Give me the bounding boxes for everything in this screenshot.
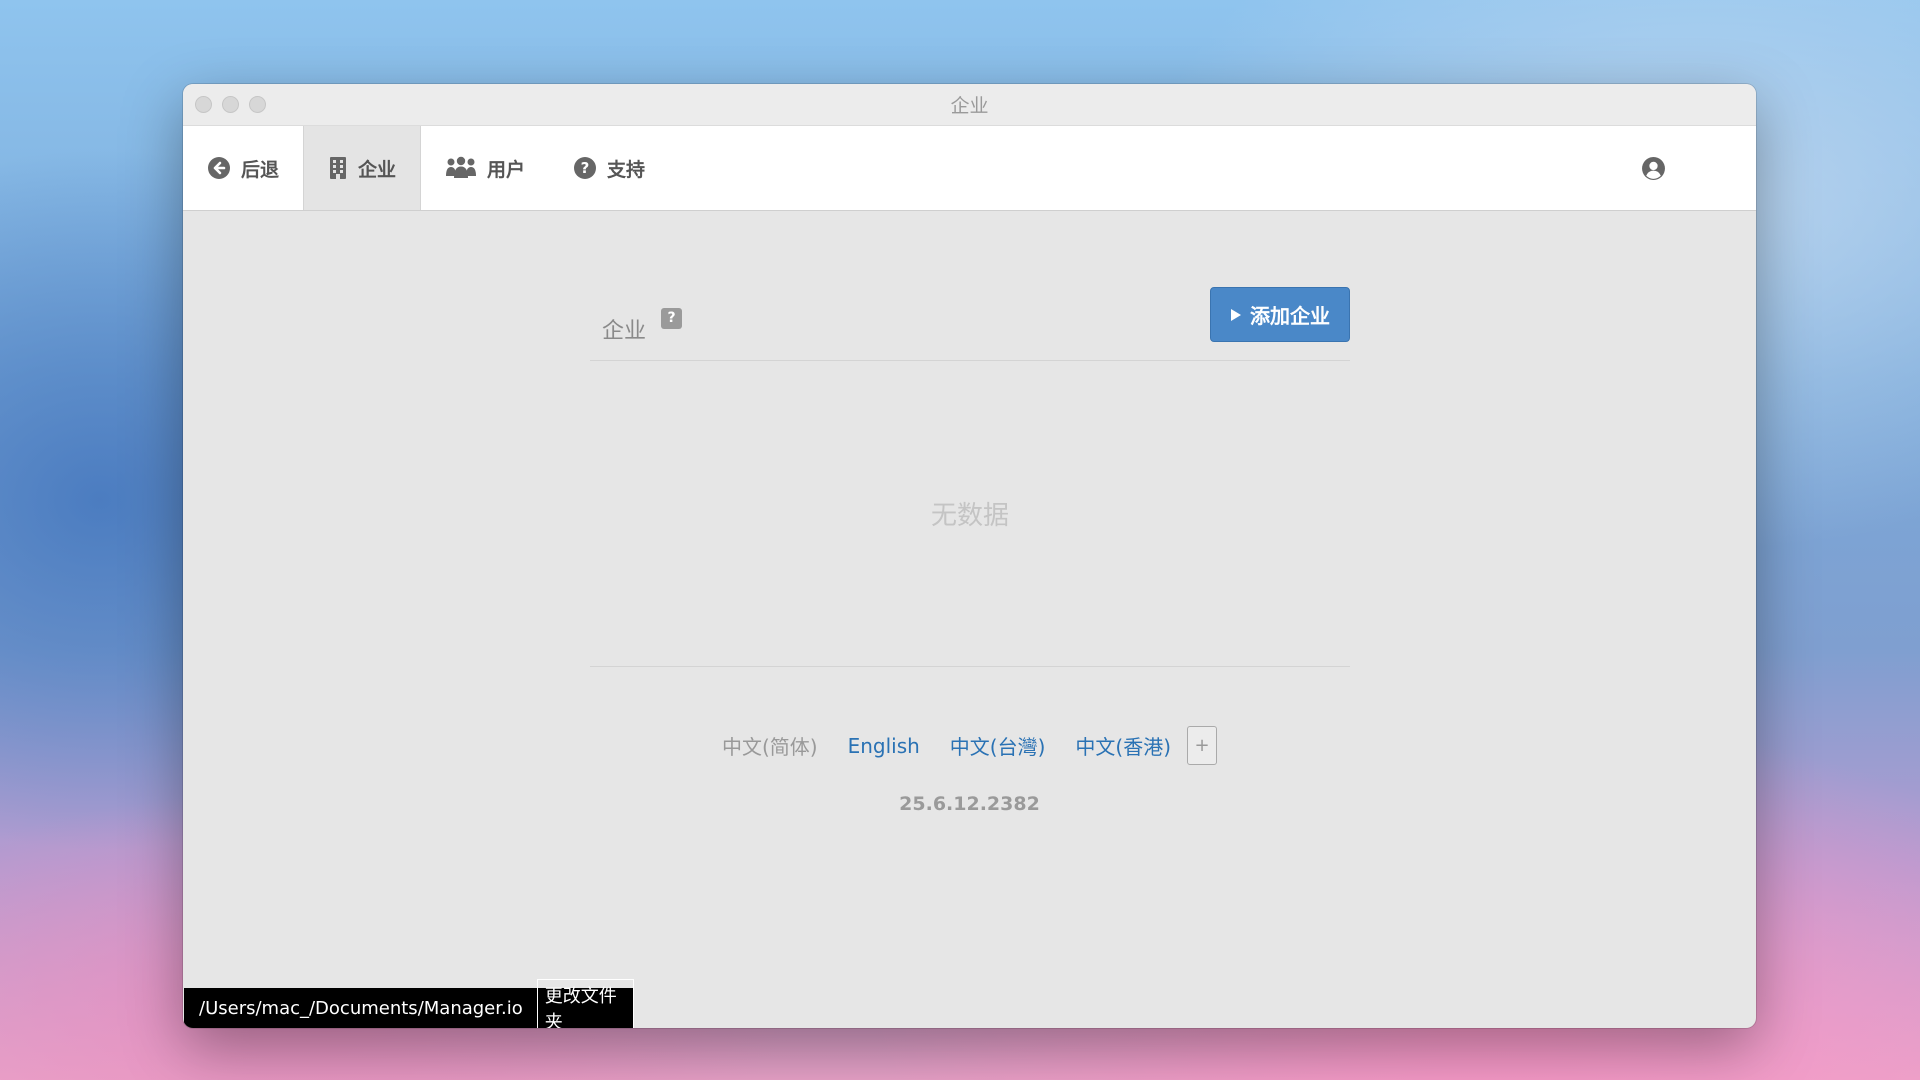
businesses-panel: 企业 ? 添加企业 无数据: [590, 287, 1350, 667]
help-icon[interactable]: ?: [661, 308, 682, 329]
empty-state-text: 无数据: [930, 501, 1009, 531]
add-business-button[interactable]: 添加企业: [1210, 287, 1350, 342]
data-folder-path: /Users/mac_/Documents/Manager.io: [199, 997, 523, 1019]
zoom-window-button[interactable]: [249, 96, 266, 113]
nav-users-label: 用户: [487, 158, 526, 181]
question-circle-icon: ?: [573, 156, 597, 180]
window-controls: [195, 96, 266, 113]
nav-support[interactable]: ? 支持: [549, 126, 669, 210]
nav-back[interactable]: 后退: [183, 126, 303, 210]
nav-support-label: 支持: [607, 158, 646, 181]
top-nav: 后退 企业 用户 ? 支持: [183, 126, 1756, 211]
play-triangle-icon: [1230, 303, 1242, 327]
language-link-zh-tw[interactable]: 中文(台灣): [950, 731, 1046, 760]
data-folder-bar: /Users/mac_/Documents/Manager.io 更改文件夹: [184, 979, 634, 1028]
nav-users[interactable]: 用户: [421, 126, 549, 210]
add-business-label: 添加企业: [1250, 304, 1330, 328]
panel-title: 企业: [602, 319, 647, 344]
panel-header: 企业 ? 添加企业: [590, 287, 1350, 361]
language-selector: 中文(简体) English 中文(台灣) 中文(香港) +: [183, 726, 1756, 765]
app-window: 企业 后退 企业 用户 ? 支持 企业 ? 添加企业 无数据 中文(简体) En…: [183, 84, 1756, 1028]
building-icon: [328, 156, 348, 180]
window-title: 企业: [950, 95, 989, 117]
business-list: 无数据: [590, 361, 1350, 667]
language-link-zh-hk[interactable]: 中文(香港): [1075, 731, 1171, 760]
users-icon: [445, 156, 477, 180]
close-window-button[interactable]: [195, 96, 212, 113]
nav-businesses-label: 企业: [358, 158, 397, 181]
add-language-button[interactable]: +: [1187, 726, 1218, 765]
change-folder-button[interactable]: 更改文件夹: [536, 979, 634, 1028]
profile-button[interactable]: [1641, 156, 1666, 185]
minimize-window-button[interactable]: [222, 96, 239, 113]
arrow-left-circle-icon: [207, 156, 231, 180]
title-bar: 企业: [183, 84, 1756, 126]
main-content: 企业 ? 添加企业 无数据 中文(简体) English 中文(台灣) 中文(香…: [183, 211, 1756, 1028]
language-link-english[interactable]: English: [848, 734, 920, 758]
nav-back-label: 后退: [241, 158, 280, 181]
svg-text:?: ?: [581, 159, 590, 177]
language-current: 中文(简体): [721, 735, 818, 759]
user-circle-icon: [1641, 157, 1666, 185]
nav-businesses[interactable]: 企业: [303, 126, 422, 210]
version-text: 25.6.12.2382: [899, 793, 1040, 815]
